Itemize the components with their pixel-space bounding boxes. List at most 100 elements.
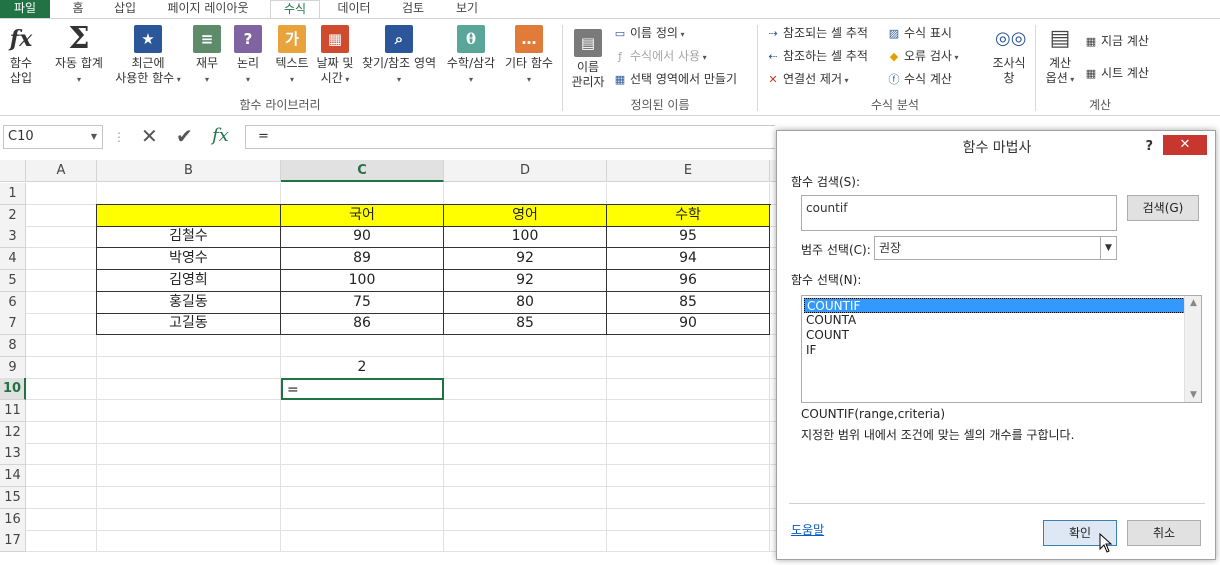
- cell[interactable]: [281, 465, 444, 488]
- cell[interactable]: [97, 486, 281, 509]
- logical-button[interactable]: ? 논리 ▾: [232, 25, 264, 87]
- name-box[interactable]: C10 ▼: [3, 125, 103, 149]
- cell[interactable]: [281, 400, 444, 422]
- cell[interactable]: [444, 508, 607, 531]
- cell[interactable]: 85: [607, 291, 770, 314]
- cell[interactable]: [607, 508, 770, 531]
- row-header[interactable]: 11: [0, 400, 26, 422]
- cell[interactable]: [26, 334, 97, 357]
- cell[interactable]: 75: [281, 291, 444, 314]
- cell[interactable]: 89: [281, 248, 444, 271]
- cell[interactable]: [97, 465, 281, 488]
- tab-insert[interactable]: 삽입: [104, 0, 146, 18]
- column-header[interactable]: C: [281, 160, 444, 182]
- tab-file[interactable]: 파일: [0, 0, 50, 18]
- financial-button[interactable]: ≡ 재무 ▾: [192, 25, 222, 87]
- cell[interactable]: 85: [444, 313, 607, 336]
- cell[interactable]: [26, 421, 97, 444]
- row-header[interactable]: 1: [0, 183, 26, 205]
- name-manager-button[interactable]: ▤ 이름 관리자: [568, 29, 608, 90]
- cell[interactable]: [281, 443, 444, 466]
- cell[interactable]: [26, 443, 97, 466]
- cell[interactable]: [97, 204, 281, 227]
- active-cell[interactable]: =: [281, 378, 444, 401]
- scroll-down-icon[interactable]: ▼: [1185, 390, 1202, 400]
- row-header[interactable]: 17: [0, 530, 26, 553]
- cell[interactable]: [444, 465, 607, 488]
- math-button[interactable]: θ 수학/삼각 ▾: [443, 25, 499, 87]
- cell[interactable]: 박영수: [97, 248, 281, 271]
- cell[interactable]: [281, 183, 444, 205]
- trace-precedents-button[interactable]: ⇢ 참조되는 셀 추적: [765, 25, 868, 41]
- trace-dependents-button[interactable]: ⇠ 참조하는 셀 추적: [765, 48, 868, 64]
- cell[interactable]: [26, 356, 97, 379]
- show-formulas-button[interactable]: ▨ 수식 표시: [886, 25, 952, 41]
- cell[interactable]: [444, 443, 607, 466]
- tab-data[interactable]: 데이터: [330, 0, 378, 18]
- calc-now-button[interactable]: ▦ 지금 계산: [1083, 33, 1149, 49]
- category-select[interactable]: 권장 ▼: [874, 236, 1117, 260]
- tab-review[interactable]: 검토: [390, 0, 436, 18]
- column-header[interactable]: E: [607, 160, 770, 182]
- recent-functions-button[interactable]: ★ 최근에 사용한 함수 ▾: [110, 25, 186, 87]
- cell[interactable]: [281, 508, 444, 531]
- cell[interactable]: [26, 291, 97, 314]
- cell[interactable]: 94: [607, 248, 770, 271]
- cell[interactable]: 홍길동: [97, 291, 281, 314]
- row-header[interactable]: 2: [0, 204, 26, 227]
- datetime-button[interactable]: ▦ 날짜 및 시간 ▾: [312, 25, 358, 87]
- cell[interactable]: [444, 356, 607, 379]
- row-header[interactable]: 16: [0, 508, 26, 531]
- close-button[interactable]: ✕: [1163, 135, 1207, 155]
- row-header[interactable]: 5: [0, 269, 26, 292]
- cell[interactable]: [607, 400, 770, 422]
- cell[interactable]: 100: [444, 226, 607, 249]
- insert-function-button[interactable]: fx 함수 삽입: [4, 25, 38, 86]
- cell[interactable]: 92: [444, 248, 607, 271]
- tab-home[interactable]: 홈: [62, 0, 94, 18]
- create-from-selection-button[interactable]: ▦ 선택 영역에서 만들기: [612, 71, 737, 87]
- cell[interactable]: 국어: [281, 204, 444, 227]
- insert-function-icon[interactable]: fx: [212, 125, 229, 146]
- help-icon[interactable]: ?: [1145, 139, 1153, 154]
- cell[interactable]: [97, 508, 281, 531]
- cell[interactable]: [607, 530, 770, 553]
- cell[interactable]: 80: [444, 291, 607, 314]
- cell[interactable]: 95: [607, 226, 770, 249]
- select-all-corner[interactable]: [0, 160, 26, 182]
- cell[interactable]: [97, 356, 281, 379]
- calc-sheet-button[interactable]: ▦ 시트 계산: [1083, 65, 1149, 81]
- scrollbar[interactable]: ▲ ▼: [1184, 296, 1201, 402]
- row-header[interactable]: 7: [0, 313, 26, 336]
- cell[interactable]: [97, 400, 281, 422]
- cell[interactable]: [281, 530, 444, 553]
- cell[interactable]: [281, 486, 444, 509]
- cell[interactable]: [607, 183, 770, 205]
- cell[interactable]: 90: [607, 313, 770, 336]
- cell[interactable]: [26, 269, 97, 292]
- cell[interactable]: [26, 530, 97, 553]
- cell[interactable]: [26, 378, 97, 401]
- cell[interactable]: [97, 183, 281, 205]
- row-header[interactable]: 8: [0, 334, 26, 357]
- text-functions-button[interactable]: 가 텍스트 ▾: [270, 25, 314, 87]
- cell[interactable]: [444, 486, 607, 509]
- cell[interactable]: [444, 421, 607, 444]
- cell[interactable]: [444, 400, 607, 422]
- cell[interactable]: [26, 313, 97, 336]
- cell[interactable]: [444, 378, 607, 401]
- cell[interactable]: [444, 183, 607, 205]
- tab-formulas[interactable]: 수식: [270, 0, 320, 18]
- row-header[interactable]: 4: [0, 248, 26, 271]
- cell[interactable]: [97, 334, 281, 357]
- function-search-input[interactable]: countif: [801, 195, 1117, 231]
- formula-input[interactable]: =: [245, 125, 775, 149]
- cell[interactable]: [607, 443, 770, 466]
- row-header[interactable]: 12: [0, 421, 26, 444]
- define-name-button[interactable]: ▭ 이름 정의 ▾: [612, 25, 685, 43]
- cell[interactable]: [281, 421, 444, 444]
- cell[interactable]: 92: [444, 269, 607, 292]
- evaluate-formula-button[interactable]: ⓕ 수식 계산: [886, 71, 952, 87]
- function-list[interactable]: COUNTIF COUNTA COUNT IF ▲ ▼: [801, 295, 1202, 403]
- cell[interactable]: 수학: [607, 204, 770, 227]
